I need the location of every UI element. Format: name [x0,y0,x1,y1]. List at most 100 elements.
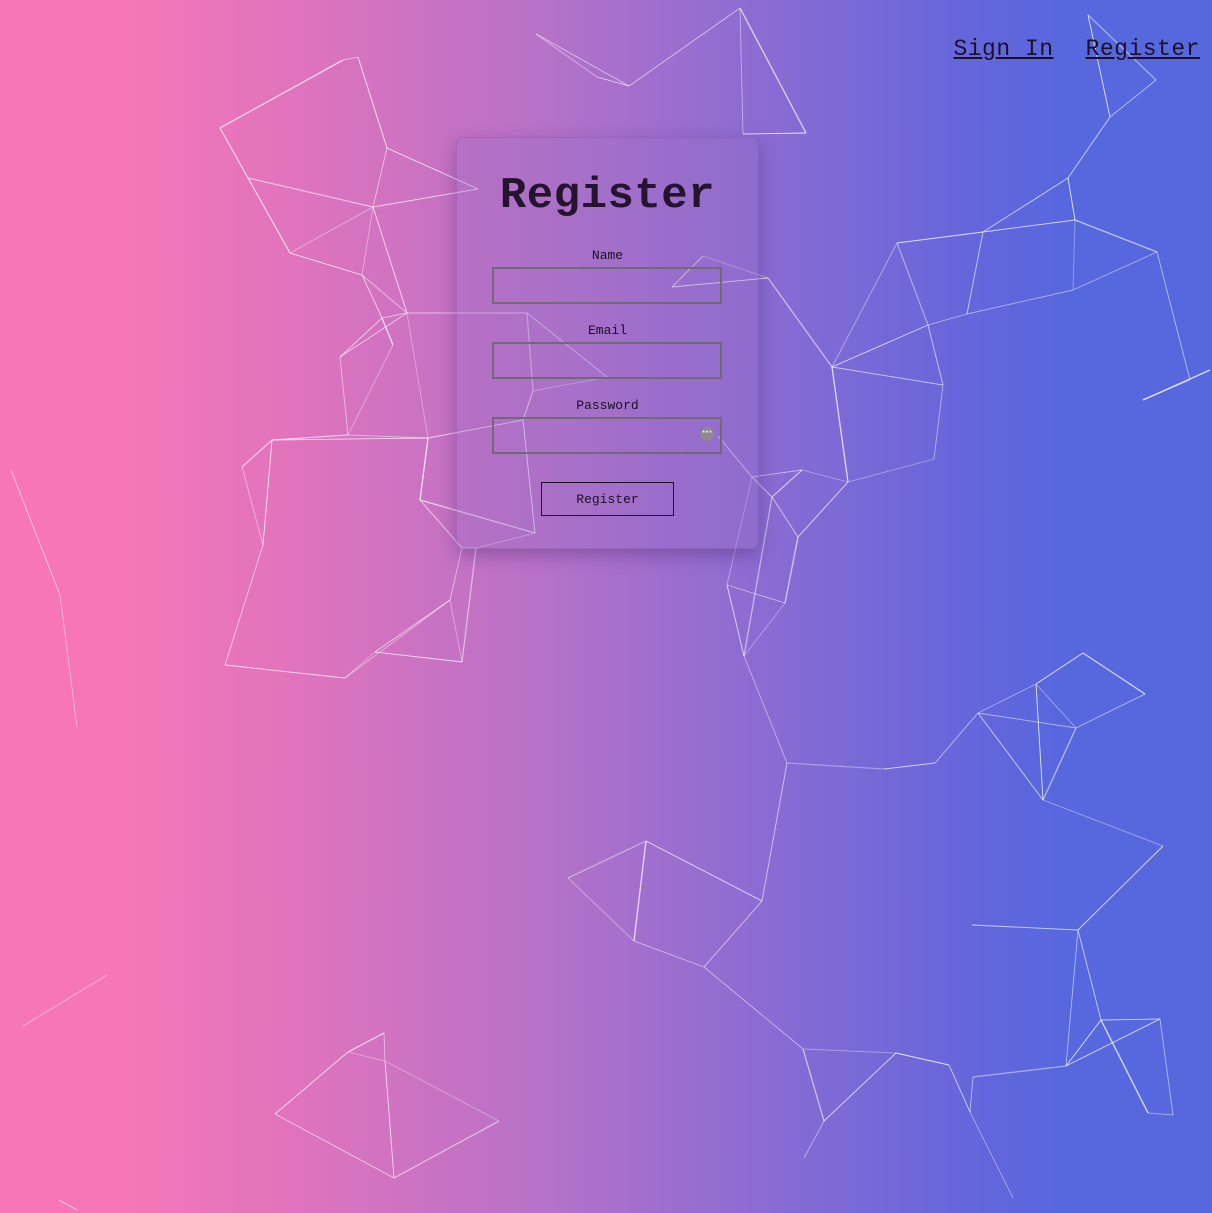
network-line [743,655,788,764]
name-label: Name [591,248,624,263]
network-line [977,712,1044,801]
network-line [751,469,803,478]
network-line [927,324,944,386]
network-line [535,33,598,78]
network-line [895,1052,950,1066]
network-line [934,712,979,764]
network-line [927,313,968,326]
network-line [726,584,786,604]
network-line [535,33,630,87]
network-line [247,177,291,254]
password-manager-icon[interactable]: ··· [700,427,714,441]
network-line [219,59,344,129]
network-line [1100,1018,1161,1021]
network-line [1147,1112,1174,1116]
network-line [449,547,463,601]
network-line [1042,727,1077,801]
network-line [703,900,763,968]
network-line [802,1048,897,1054]
network-line [384,1060,395,1179]
network-line [1075,693,1146,729]
network-line [761,762,788,902]
register-form-card: Register Name Email Password ··· Registe… [456,137,759,549]
network-line [767,277,833,368]
network-line [1067,116,1111,179]
network-line [703,966,804,1050]
network-line [1100,1019,1149,1114]
email-label: Email [587,323,627,338]
network-line [739,7,744,135]
network-line [966,231,984,315]
network-line [567,840,647,879]
network-line [596,76,630,87]
password-input[interactable] [492,417,722,454]
network-line [1156,251,1191,381]
sign-in-link[interactable]: Sign In [953,36,1053,62]
network-line [1142,379,1191,401]
network-line [784,536,799,604]
network-line [372,147,388,208]
register-link[interactable]: Register [1086,36,1200,62]
network-line [982,177,1069,233]
network-line [1077,845,1164,931]
network-line [969,1111,1014,1199]
network-line [344,599,451,679]
network-line [1042,799,1164,847]
network-line [948,1064,971,1113]
network-line [219,127,249,179]
network-line [339,312,408,358]
network-line [1142,369,1211,401]
network-line [361,274,408,314]
network-line [786,762,885,770]
network-line [289,252,363,276]
network-line [1082,652,1146,695]
network-line [801,469,849,483]
network-line [1065,1018,1161,1067]
network-line [381,317,394,346]
network-line [372,206,408,314]
network-line [803,1120,825,1159]
network-line [977,683,1037,714]
network-line [419,437,429,501]
name-input[interactable] [492,267,722,304]
network-line [241,466,264,546]
network-line [771,469,803,498]
network-line [347,1032,385,1053]
network-line [802,1048,825,1122]
network-line [1109,79,1157,118]
network-line [1077,929,1102,1021]
network-line [883,762,936,770]
network-line [771,496,799,538]
network-line [271,437,429,441]
network-line [357,56,388,149]
network-line [831,366,849,483]
network-line [896,242,929,326]
network-line [831,366,944,386]
password-label: Password [576,398,639,413]
email-input[interactable] [492,342,722,379]
network-line [831,242,898,368]
network-line [347,344,394,436]
network-line [241,439,273,468]
network-line [374,599,451,653]
network-line [347,1051,386,1062]
network-line [645,840,763,902]
network-line [1035,683,1077,729]
network-line [972,1065,1067,1078]
network-line [449,599,463,663]
network-line [743,602,786,657]
network-line [271,434,349,441]
network-line [262,439,273,546]
network-line [739,7,807,134]
network-line [274,1051,349,1115]
network-line [831,324,929,368]
network-line [1035,683,1044,801]
network-line [1072,251,1158,291]
network-line [726,584,745,657]
network-line [381,312,408,319]
network-line [224,544,264,666]
register-button[interactable]: Register [541,482,674,516]
network-line [342,56,359,61]
network-line [1067,177,1076,221]
network-line [347,434,429,439]
